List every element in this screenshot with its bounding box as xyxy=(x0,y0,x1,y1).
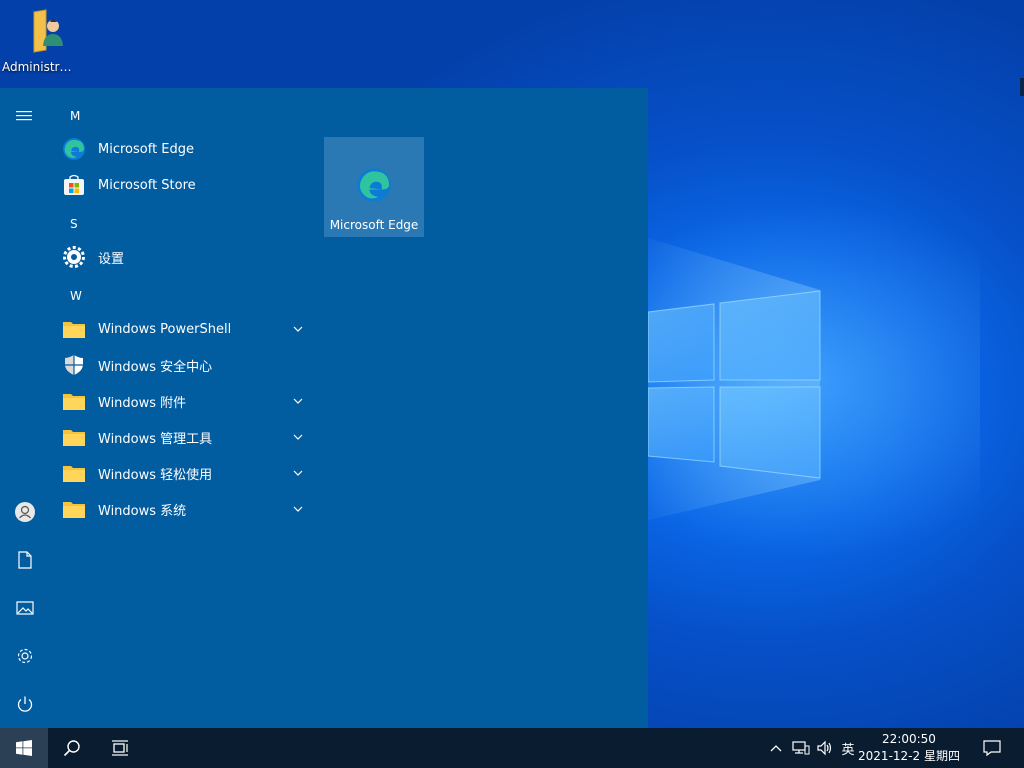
chevron-up-icon xyxy=(770,745,782,752)
network-icon xyxy=(792,741,810,755)
app-windows-security[interactable]: Windows 安全中心 xyxy=(60,347,310,383)
power-icon xyxy=(17,696,33,712)
app-label: Windows 轻松使用 xyxy=(98,467,213,483)
folder-icon xyxy=(62,461,86,485)
pictures-button[interactable] xyxy=(9,592,41,624)
start-menu-rail xyxy=(0,88,50,728)
hamburger-icon xyxy=(16,111,32,121)
task-view-icon xyxy=(112,740,128,756)
task-view-button[interactable] xyxy=(104,728,136,768)
folder-icon xyxy=(62,497,86,521)
notification-icon xyxy=(983,740,1001,757)
app-folder-windows-powershell[interactable]: Windows PowerShell xyxy=(60,311,310,347)
app-folder-windows-admin-tools[interactable]: Windows 管理工具 xyxy=(60,419,310,455)
app-folder-windows-system[interactable]: Windows 系统 xyxy=(60,491,310,527)
search-button[interactable] xyxy=(56,728,88,768)
app-folder-windows-ease-of-access[interactable]: Windows 轻松使用 xyxy=(60,455,310,491)
app-label: Microsoft Edge xyxy=(98,141,195,157)
section-header-s[interactable]: S xyxy=(70,217,78,231)
tile-label: Microsoft Edge xyxy=(329,218,419,232)
app-label: 设置 xyxy=(98,251,125,267)
folder-icon xyxy=(62,389,86,413)
app-label: Microsoft Store xyxy=(98,177,196,193)
windows-start-icon xyxy=(16,740,32,756)
folder-icon xyxy=(62,425,86,449)
clock-date: 2021-12-2 星期四 xyxy=(858,749,960,763)
user-icon xyxy=(15,502,35,522)
settings-gear-icon xyxy=(62,245,86,269)
app-label: Windows 安全中心 xyxy=(98,359,213,375)
taskbar: 英 22:00:50 2021-12-2 星期四 xyxy=(0,728,1024,768)
shield-icon xyxy=(62,353,86,377)
user-account-button[interactable] xyxy=(9,496,41,528)
section-header-w[interactable]: W xyxy=(70,289,82,303)
chevron-down-icon[interactable] xyxy=(292,467,304,479)
chevron-down-icon[interactable] xyxy=(292,323,304,335)
app-label: Windows 管理工具 xyxy=(98,431,213,447)
settings-icon xyxy=(17,648,33,664)
pictures-icon xyxy=(16,601,34,615)
clock-time: 22:00:50 xyxy=(882,732,936,746)
app-microsoft-store[interactable]: Microsoft Store xyxy=(60,167,310,203)
document-icon xyxy=(18,551,32,569)
start-menu: M Microsoft Edge Microsoft Store S 设置 W … xyxy=(0,88,648,728)
settings-button[interactable] xyxy=(9,640,41,672)
volume-button[interactable] xyxy=(814,738,836,758)
desktop-icon-label: Administra... xyxy=(2,60,78,74)
app-microsoft-edge[interactable]: Microsoft Edge xyxy=(60,131,310,167)
user-folder-icon xyxy=(16,6,64,54)
app-label: Windows PowerShell xyxy=(98,321,232,337)
system-clock[interactable]: 22:00:50 2021-12-2 星期四 xyxy=(854,731,964,765)
chevron-down-icon[interactable] xyxy=(292,431,304,443)
tile-microsoft-edge[interactable]: Microsoft Edge xyxy=(324,137,424,237)
app-label: Windows 附件 xyxy=(98,395,187,411)
edge-icon xyxy=(62,137,86,161)
power-button[interactable] xyxy=(9,688,41,720)
app-folder-windows-accessories[interactable]: Windows 附件 xyxy=(60,383,310,419)
app-settings[interactable]: 设置 xyxy=(60,239,310,275)
chevron-down-icon[interactable] xyxy=(292,395,304,407)
app-label: Windows 系统 xyxy=(98,503,187,519)
network-button[interactable] xyxy=(790,738,812,758)
edge-icon xyxy=(356,167,392,203)
section-header-m[interactable]: M xyxy=(70,109,80,123)
action-center-button[interactable] xyxy=(978,728,1006,768)
app-list: M Microsoft Edge Microsoft Store S 设置 W … xyxy=(50,88,310,728)
show-hidden-icons-button[interactable] xyxy=(766,738,786,758)
desktop-icon-administrator[interactable]: Administra... xyxy=(2,6,78,74)
start-button[interactable] xyxy=(0,728,48,768)
search-icon xyxy=(63,740,80,757)
documents-button[interactable] xyxy=(9,544,41,576)
chevron-down-icon[interactable] xyxy=(292,503,304,515)
folder-icon xyxy=(62,317,86,341)
store-icon xyxy=(62,173,86,197)
hamburger-menu-button[interactable] xyxy=(9,100,41,132)
volume-icon xyxy=(817,740,832,756)
